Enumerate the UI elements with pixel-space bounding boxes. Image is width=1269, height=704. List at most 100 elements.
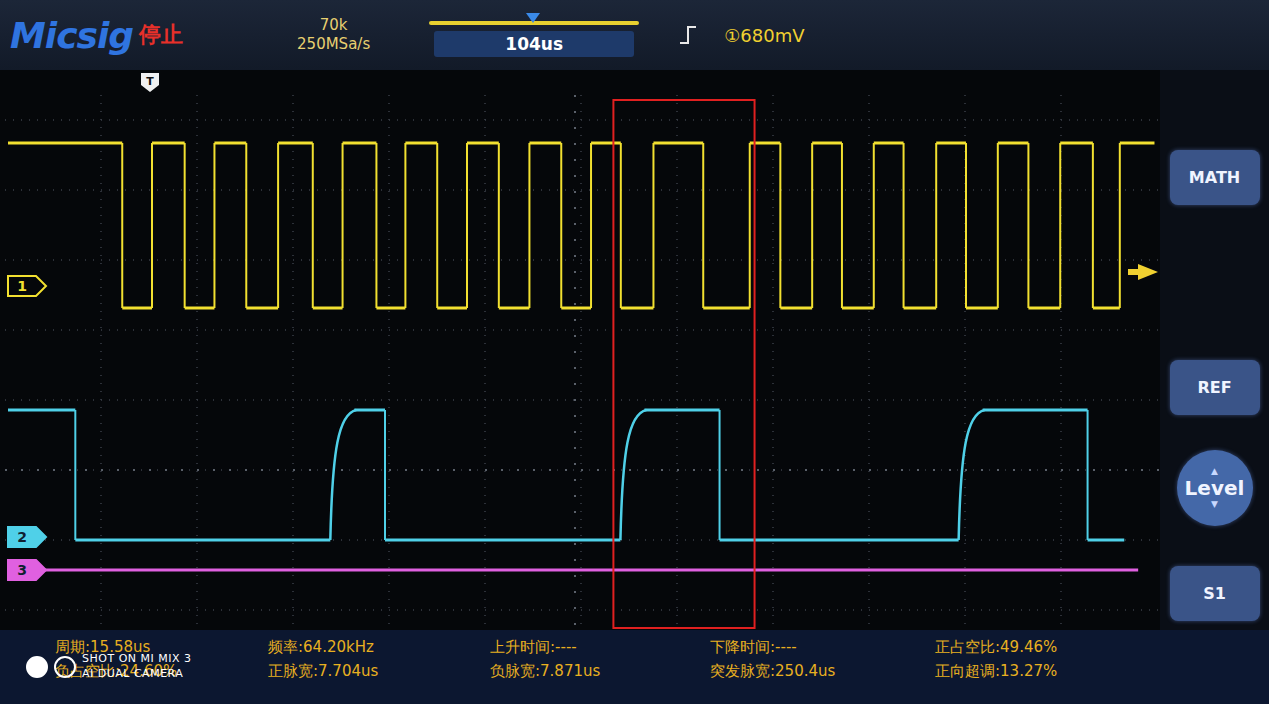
brand-logo: Micsig (10, 15, 133, 56)
measurement: 频率:64.20kHz (268, 638, 490, 662)
signal-edge (528, 143, 530, 308)
signal-edge (151, 143, 153, 308)
sample-rate: 250MSa/s (297, 35, 370, 55)
channel-tag[interactable]: 3 (8, 560, 46, 580)
signal-segment (499, 307, 530, 310)
signal-segment (812, 142, 842, 145)
channel-tag[interactable]: 1 (8, 276, 46, 296)
signal-edge (620, 143, 622, 308)
signal-segment (780, 307, 812, 310)
signal-edge (466, 143, 468, 308)
signal-edge (749, 143, 751, 308)
signal-segment (214, 142, 246, 145)
waveform (8, 143, 1154, 308)
signal-edge (1059, 143, 1061, 308)
channel-tag[interactable]: 2 (8, 527, 46, 547)
signal-edge (935, 143, 937, 308)
signal-edge (1087, 410, 1089, 540)
signal-segment (185, 307, 215, 310)
signal-edge (1027, 143, 1029, 308)
acquisition-info[interactable]: 70k250MSa/s (297, 16, 370, 55)
measurement: 上升时间:---- (490, 638, 710, 662)
signal-segment (467, 142, 499, 145)
scope-chart: T 1 2 3 (0, 70, 1160, 630)
measurement: 负脉宽:7.871us (490, 662, 710, 686)
signal-segment (246, 307, 278, 310)
signal-edge (277, 143, 279, 308)
signal-edge (590, 143, 592, 308)
signal-segment (966, 307, 998, 310)
highlight-box (613, 100, 754, 628)
measurement: 正向超调:13.27% (935, 662, 1269, 686)
signal-edge (404, 143, 406, 308)
trigger-edge-icon (678, 23, 700, 47)
svg-text:3: 3 (17, 562, 27, 578)
signal-edge (1092, 143, 1094, 308)
signal-edge (245, 143, 247, 308)
signal-segment (1060, 142, 1093, 145)
signal-edge (652, 143, 654, 308)
signal-segment (842, 307, 874, 310)
signal-edge (965, 143, 967, 308)
signal-edge (312, 143, 314, 308)
signal-edge (74, 410, 76, 540)
signal-edge (375, 143, 377, 308)
down-icon: ▼ (1211, 500, 1218, 509)
signal-edge (719, 410, 721, 540)
signal-edge (342, 143, 344, 308)
memory-depth: 70k (320, 16, 348, 36)
signal-segment (998, 142, 1029, 145)
signal-segment (8, 142, 122, 145)
camera-watermark: SHOT ON MI MIX 3AI DUAL CAMERA (26, 652, 192, 682)
trigger-level[interactable]: ①680mV (724, 25, 804, 46)
side-button[interactable]: MATH (1170, 150, 1260, 205)
measurement: 下降时间:---- (710, 638, 935, 662)
signal-edge (498, 143, 500, 308)
svg-text:1: 1 (17, 278, 27, 294)
signal-segment (8, 409, 75, 412)
side-button[interactable]: ▲Level▼ (1177, 450, 1253, 526)
side-button[interactable]: REF (1170, 360, 1260, 415)
watermark-dot-icon (26, 656, 48, 678)
side-button[interactable]: S1 (1170, 566, 1260, 621)
signal-edge (330, 410, 356, 540)
signal-edge (213, 143, 215, 308)
signal-edge (873, 143, 875, 308)
signal-segment (75, 539, 330, 542)
signal-segment (591, 142, 621, 145)
signal-segment (313, 307, 343, 310)
signal-segment (1088, 539, 1125, 542)
signal-edge (959, 410, 985, 540)
signal-edge (560, 143, 562, 308)
trigger-level-icon[interactable] (1128, 264, 1158, 280)
run-state[interactable]: 停止 (139, 20, 183, 50)
waveform-display[interactable]: T 1 2 3 (0, 70, 1160, 630)
waveform (8, 570, 1138, 571)
signal-segment (529, 142, 561, 145)
signal-edge (811, 143, 813, 308)
signal-segment (405, 142, 437, 145)
signal-segment (376, 307, 405, 310)
grid (5, 95, 1160, 630)
signal-segment (8, 569, 1138, 572)
signal-edge (121, 143, 123, 308)
signal-edge (997, 143, 999, 308)
trigger-marker[interactable]: T (141, 73, 159, 92)
timebase[interactable]: 104us (414, 13, 654, 57)
signal-segment (437, 307, 467, 310)
signal-segment (278, 142, 313, 145)
signal-segment (653, 142, 703, 145)
side-panel: MATH REF ▲Level▼ S1 (1160, 70, 1269, 630)
up-icon: ▲ (1211, 467, 1218, 476)
signal-edge (620, 410, 646, 540)
oscilloscope-screen: Micsig停止 70k250MSa/s 104us ①680mV T 1 2 3 MATH RE… (0, 0, 1269, 704)
signal-segment (122, 307, 152, 310)
signal-edge (779, 143, 781, 308)
signal-segment (343, 142, 377, 145)
signal-segment (1093, 307, 1120, 310)
signal-segment (644, 409, 719, 412)
svg-text:T: T (146, 75, 154, 88)
timebase-value: 104us (434, 31, 634, 57)
signal-segment (983, 409, 1088, 412)
signal-edge (841, 143, 843, 308)
